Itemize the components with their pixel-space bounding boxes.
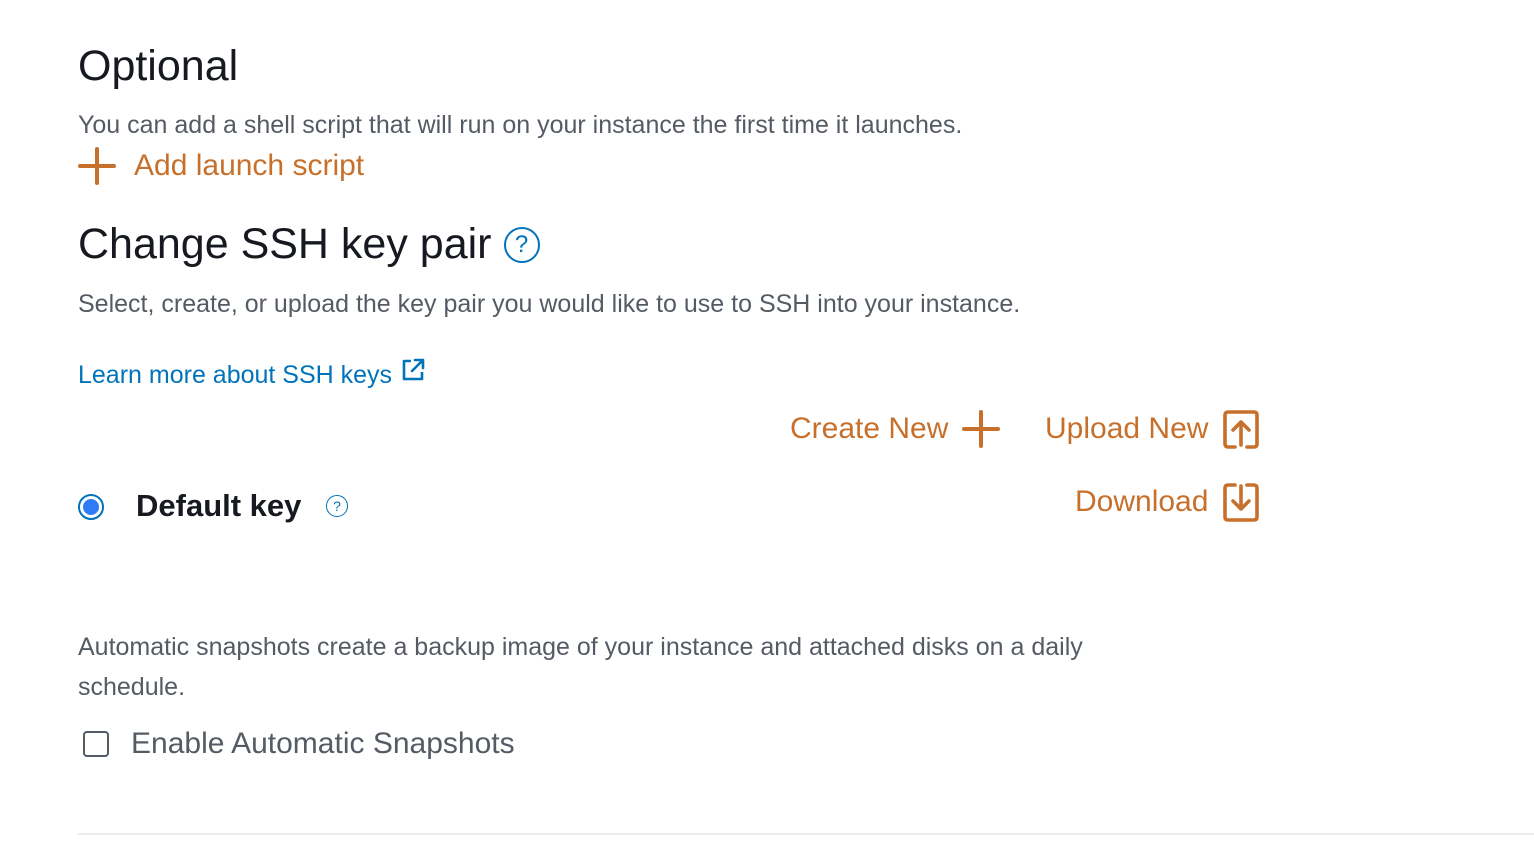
create-new-label: Create New <box>790 412 949 445</box>
enable-snapshots-label: Enable Automatic Snapshots <box>131 727 515 760</box>
external-link-icon <box>400 355 426 395</box>
enable-snapshots-row[interactable]: Enable Automatic Snapshots <box>83 727 515 761</box>
snapshots-description-line: schedule. <box>78 673 186 701</box>
upload-new-key-button[interactable]: Upload New <box>1045 409 1260 449</box>
snapshots-description: Automatic snapshots create a backup imag… <box>78 627 1083 707</box>
help-circle-icon[interactable]: ? <box>503 226 540 263</box>
ssh-heading: Change SSH key pair <box>78 220 492 268</box>
launch-script-description: You can add a shell script that will run… <box>78 111 963 139</box>
enable-snapshots-checkbox[interactable] <box>83 731 109 757</box>
ssh-description: Select, create, or upload the key pair y… <box>78 290 1021 318</box>
upload-icon <box>1222 409 1260 449</box>
add-launch-script-button[interactable]: Add launch script <box>78 147 364 185</box>
plus-icon <box>962 410 1001 448</box>
section-divider <box>78 833 1534 835</box>
download-label: Download <box>1075 485 1209 518</box>
radio-selected-dot <box>83 499 99 515</box>
learn-more-label: Learn more about SSH keys <box>78 361 393 389</box>
add-launch-script-label: Add launch script <box>134 149 365 182</box>
ssh-heading-row: Change SSH key pair ? <box>78 223 540 266</box>
default-key-label: Default key <box>136 488 302 523</box>
help-circle-icon[interactable]: ? <box>326 495 348 517</box>
snapshots-description-line: Automatic snapshots create a backup imag… <box>78 633 1083 661</box>
default-key-radio[interactable] <box>78 494 104 520</box>
create-new-key-button[interactable]: Create New <box>790 410 1001 448</box>
download-icon <box>1222 482 1260 522</box>
download-key-button[interactable]: Download <box>1075 482 1260 522</box>
optional-heading: Optional <box>78 42 239 90</box>
upload-new-label: Upload New <box>1045 412 1209 445</box>
plus-icon <box>78 147 116 185</box>
learn-more-ssh-link[interactable]: Learn more about SSH keys <box>78 355 426 395</box>
